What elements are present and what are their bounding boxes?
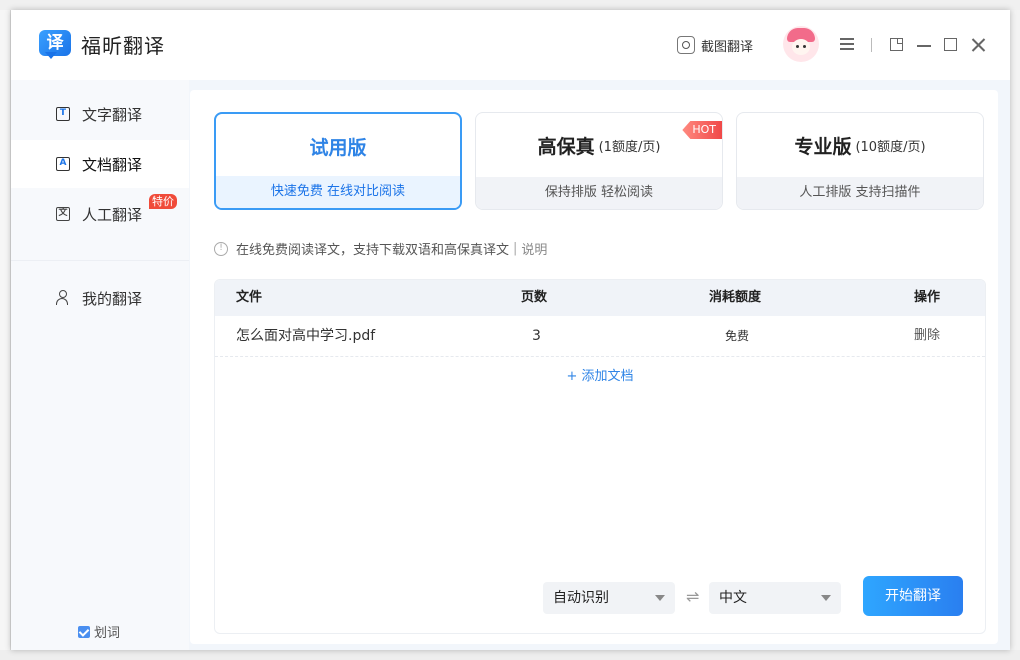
chevron-down-icon [821, 595, 831, 601]
header-file: 文件 [236, 290, 263, 305]
title-divider [871, 38, 872, 52]
plan-quota: (1额度/页) [598, 139, 661, 155]
header-cost: 消耗额度 [709, 290, 762, 305]
chevron-down-icon [655, 595, 665, 601]
close-icon[interactable] [968, 35, 988, 55]
checkbox-checked-icon[interactable] [78, 625, 90, 638]
text-translate-icon: T [56, 107, 70, 121]
table-row: 怎么面对高中学习.pdf 3 免费 删除 [215, 316, 985, 357]
doc-translate-icon: A [56, 157, 70, 171]
plan-desc: 快速免费 在线对比阅读 [216, 176, 460, 208]
app-window: 译 福昕翻译 截图翻译 T 文字翻译 A 文档翻译 文 人工翻译 特价 我的翻译… [11, 10, 1010, 650]
target-language-value: 中文 [719, 590, 747, 606]
delete-button[interactable]: 删除 [914, 316, 940, 356]
sidebar-divider [11, 260, 189, 261]
cost-value: 免费 [725, 329, 750, 343]
sidebar-item-my-translations[interactable]: 我的翻译 [11, 274, 189, 322]
main-panel: 试用版 快速免费 在线对比阅读 高保真 (1额度/页) 保持排版 轻松阅读 HO… [190, 90, 998, 644]
target-language-select[interactable]: 中文 [709, 582, 841, 614]
source-language-value: 自动识别 [553, 590, 609, 606]
sidebar-item-text-translate[interactable]: T 文字翻译 [11, 90, 189, 138]
plan-title: 专业版 [794, 135, 852, 158]
word-pick-toggle[interactable]: 划词 [78, 622, 120, 641]
plan-quota: (10额度/页) [855, 139, 926, 155]
table-header: 文件 页数 消耗额度 操作 [215, 280, 985, 316]
screenshot-translate-label: 截图翻译 [701, 39, 754, 55]
sidebar-item-doc-translate[interactable]: A 文档翻译 [11, 140, 189, 188]
hot-badge: HOT [682, 121, 722, 139]
start-translate-button[interactable]: 开始翻译 [863, 576, 963, 616]
maximize-icon[interactable] [941, 35, 961, 55]
plan-card-professional[interactable]: 专业版 (10额度/页) 人工排版 支持扫描件 [736, 112, 984, 210]
sidebar-item-label: 我的翻译 [82, 289, 143, 308]
plan-title: 高保真 [537, 135, 595, 158]
menu-icon[interactable] [837, 35, 857, 55]
app-title: 福昕翻译 [81, 34, 165, 58]
info-separator: | [513, 241, 518, 256]
user-avatar[interactable] [783, 26, 819, 62]
plan-card-trial[interactable]: 试用版 快速免费 在线对比阅读 [214, 112, 462, 210]
human-translate-icon: 文 [56, 207, 70, 221]
source-language-select[interactable]: 自动识别 [543, 582, 675, 614]
header-pages: 页数 [521, 290, 548, 305]
info-icon: ! [214, 241, 228, 256]
info-text: 在线免费阅读译文，支持下载双语和高保真译文 [236, 243, 510, 258]
info-link[interactable]: 说明 [521, 239, 547, 258]
file-name: 怎么面对高中学习.pdf [236, 328, 376, 344]
plan-desc: 人工排版 支持扫描件 [737, 177, 983, 209]
special-price-badge: 特价 [149, 194, 177, 209]
minimize-icon[interactable] [914, 35, 934, 55]
app-logo-icon: 译 [39, 30, 73, 60]
desktop-bottom-edge [0, 650, 1020, 660]
sidebar-item-label: 人工翻译 [82, 205, 143, 224]
desktop-left-edge [0, 10, 11, 660]
screenshot-translate-button[interactable]: 截图翻译 [677, 34, 753, 56]
plan-desc: 保持排版 轻松阅读 [476, 177, 722, 209]
info-line: ! 在线免费阅读译文，支持下载双语和高保真译文 | 说明 [214, 239, 547, 258]
desktop-strip [0, 0, 1020, 10]
sidebar: T 文字翻译 A 文档翻译 文 人工翻译 特价 我的翻译 划词 [11, 80, 189, 650]
sidebar-item-label: 文档翻译 [82, 155, 143, 174]
word-pick-label: 划词 [94, 626, 121, 641]
pin-window-button[interactable] [887, 35, 907, 55]
plan-title: 试用版 [309, 136, 367, 159]
title-bar: 译 福昕翻译 截图翻译 [11, 10, 1010, 80]
camera-icon [677, 36, 695, 54]
header-action: 操作 [914, 290, 941, 305]
page-count: 3 [532, 328, 541, 344]
swap-language-icon[interactable]: ⇌ [686, 587, 699, 606]
sidebar-item-human-translate[interactable]: 文 人工翻译 特价 [11, 190, 189, 238]
sidebar-item-label: 文字翻译 [82, 105, 143, 124]
add-document-button[interactable]: + 添加文档 [215, 357, 985, 397]
person-icon [56, 290, 71, 306]
pin-icon [890, 38, 903, 51]
plan-card-high-fidelity[interactable]: 高保真 (1额度/页) 保持排版 轻松阅读 HOT [475, 112, 723, 210]
